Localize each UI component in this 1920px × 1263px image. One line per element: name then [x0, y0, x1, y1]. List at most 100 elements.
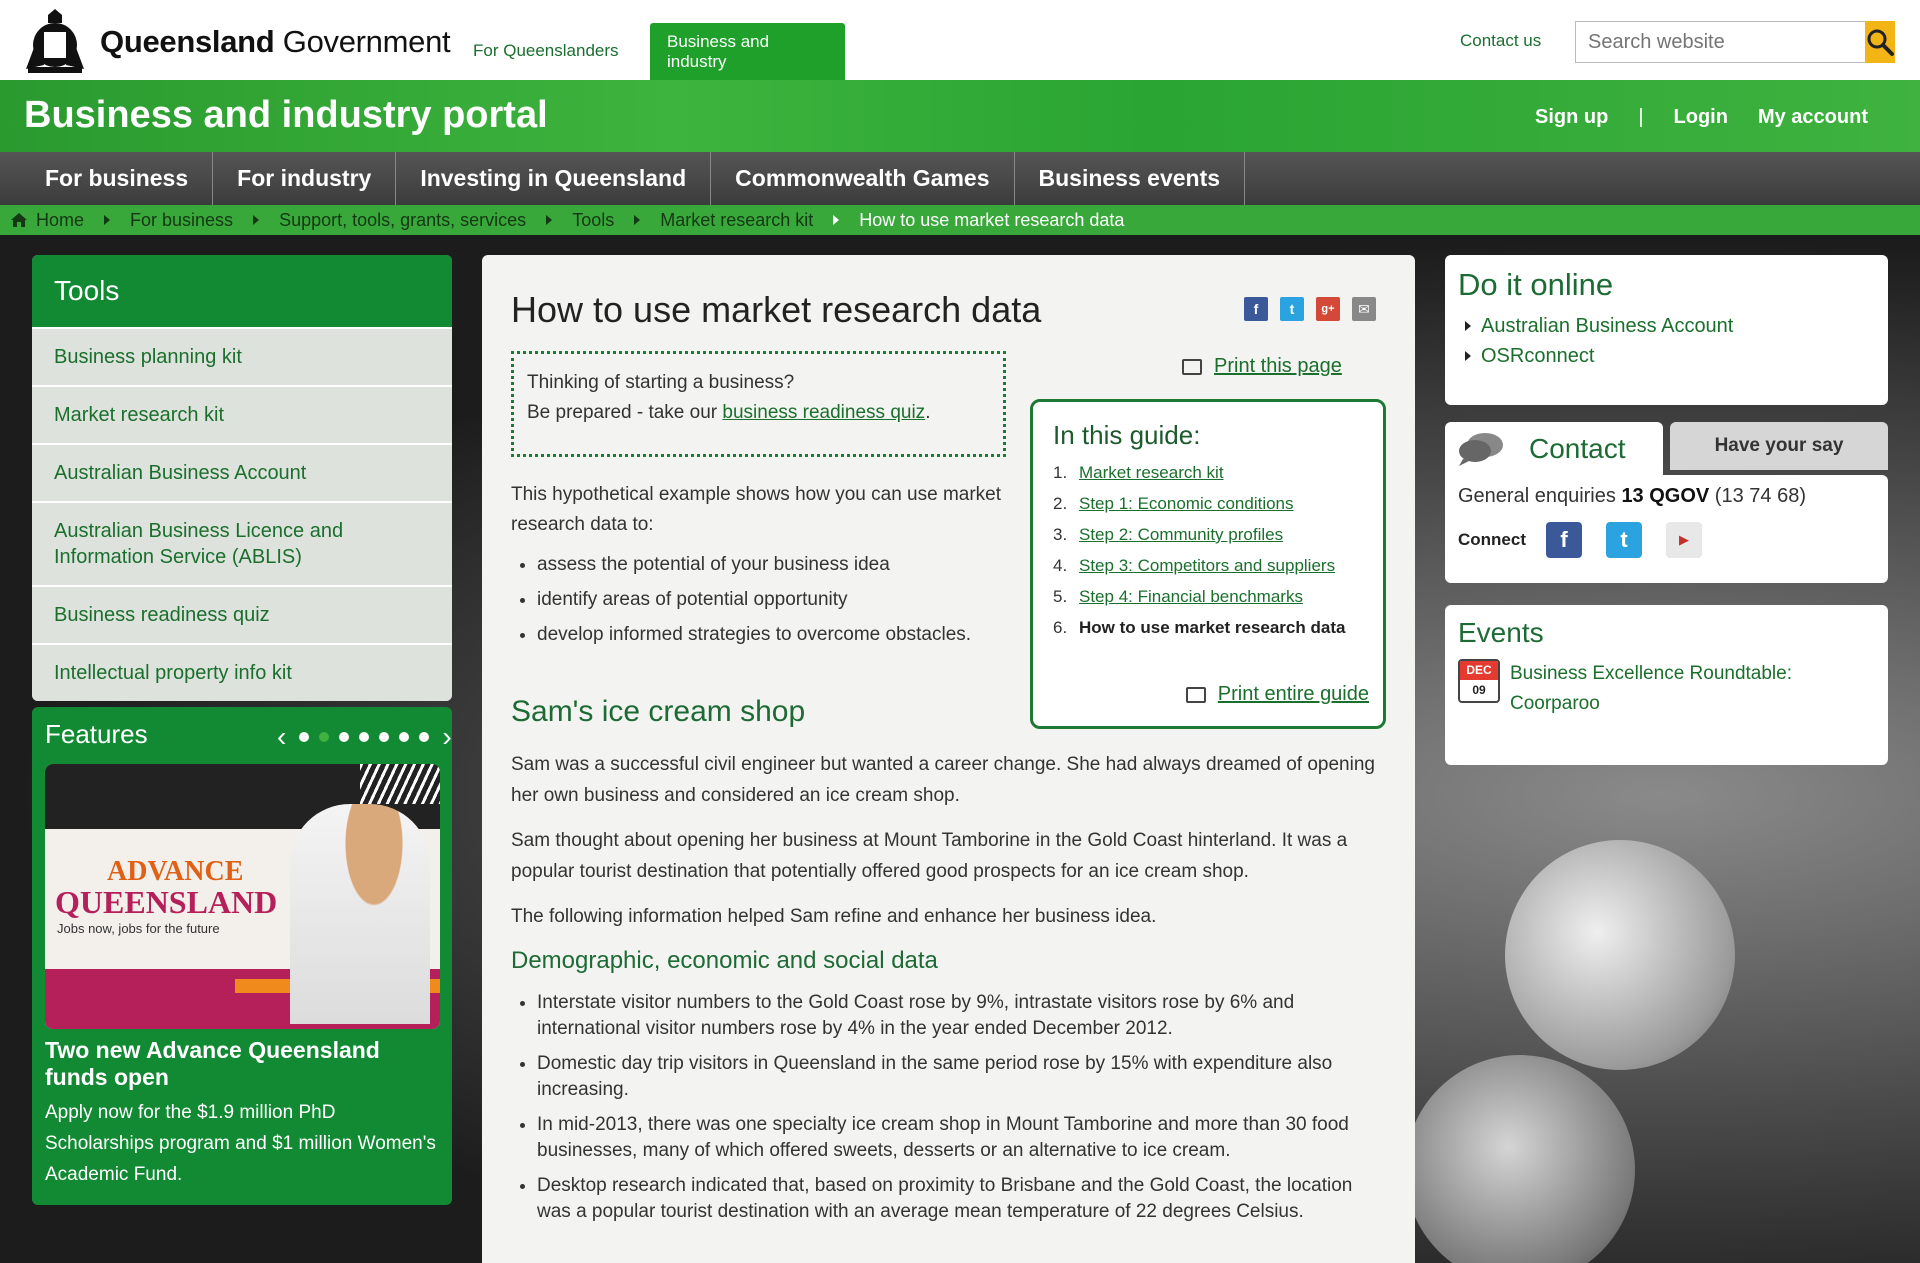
share-icons: f t g+ ✉ — [1244, 297, 1388, 321]
arrow-icon — [1465, 351, 1471, 361]
twitter-icon[interactable]: t — [1606, 522, 1642, 558]
event-title-link[interactable]: Business Excellence Roundtable: Coorparo… — [1510, 659, 1875, 719]
carousel-next-icon[interactable]: › — [442, 721, 451, 753]
breadcrumb-support-tools[interactable]: Support, tools, grants, services — [279, 210, 526, 231]
guide-link-step-4[interactable]: Step 4: Financial benchmarks — [1079, 587, 1303, 607]
search-input[interactable] — [1576, 22, 1865, 62]
breadcrumb-market-research-kit[interactable]: Market research kit — [660, 210, 813, 231]
breadcrumb-arrow-icon — [253, 215, 260, 225]
coat-of-arms-icon — [26, 9, 84, 73]
guide-link-market-research-kit[interactable]: Market research kit — [1079, 463, 1224, 483]
guide-title: In this guide: — [1053, 420, 1201, 450]
features-heading: Features — [45, 719, 148, 749]
carousel-dot[interactable] — [379, 732, 390, 742]
list-item: In mid-2013, there was one specialty ice… — [537, 1112, 1391, 1164]
in-this-guide-box: In this guide: 1. Market research kit 2. S… — [1030, 399, 1386, 729]
feature-image-tagline: Jobs now, jobs for the future — [57, 921, 220, 936]
print-guide-link[interactable]: Print entire guide — [1185, 683, 1369, 706]
login-link[interactable]: Login — [1674, 106, 1728, 129]
email-share-icon[interactable]: ✉ — [1352, 297, 1376, 321]
tools-item-business-planning-kit[interactable]: Business planning kit — [32, 327, 452, 385]
online-link-osrconnect[interactable]: OSRconnect — [1458, 341, 1875, 371]
guide-item: 5. Step 4: Financial benchmarks — [1053, 587, 1303, 607]
contact-us-link[interactable]: Contact us — [1460, 31, 1541, 51]
google-plus-share-icon[interactable]: g+ — [1316, 297, 1340, 321]
feature-image[interactable]: ADVANCE QUEENSLAND Jobs now, jobs for th… — [45, 764, 440, 1029]
list-item: identify areas of potential opportunity — [537, 587, 1011, 613]
speech-bubble-icon — [1459, 432, 1503, 466]
business-readiness-quiz-link[interactable]: business readiness quiz — [722, 402, 925, 423]
facebook-share-icon[interactable]: f — [1244, 297, 1268, 321]
guide-item: 2. Step 1: Economic conditions — [1053, 494, 1294, 514]
nav-investing-in-queensland[interactable]: Investing in Queensland — [396, 152, 712, 205]
print-page-label[interactable]: Print this page — [1214, 355, 1342, 378]
guide-link-step-2[interactable]: Step 2: Community profiles — [1079, 525, 1283, 545]
tab-business-and-industry[interactable]: Business and industry — [650, 23, 845, 81]
tab-for-queenslanders[interactable]: For Queenslanders — [456, 22, 636, 80]
page-title: How to use market research data — [511, 289, 1042, 330]
scientist-photo — [290, 804, 430, 1024]
my-account-link[interactable]: My account — [1758, 106, 1868, 129]
qld-gov-logo[interactable]: Queensland Government — [18, 6, 451, 78]
events-panel: Events DEC 09 Business Excellence Roundt… — [1445, 605, 1888, 765]
portal-title[interactable]: Business and industry portal — [24, 94, 548, 137]
sign-up-link[interactable]: Sign up — [1535, 106, 1608, 129]
event-item[interactable]: DEC 09 Business Excellence Roundtable: C… — [1458, 659, 1875, 719]
carousel-dot-active[interactable] — [319, 732, 330, 742]
printer-icon — [1182, 358, 1202, 375]
guide-link-step-1[interactable]: Step 1: Economic conditions — [1079, 494, 1294, 514]
carousel-dot[interactable] — [359, 732, 370, 742]
facebook-icon[interactable]: f — [1546, 522, 1582, 558]
search-icon — [1867, 29, 1894, 56]
carousel-dot[interactable] — [419, 732, 430, 742]
section-heading: Sam's ice cream shop — [511, 695, 806, 728]
carousel-prev-icon[interactable]: ‹ — [277, 721, 286, 753]
feature-headline[interactable]: Two new Advance Queensland funds open — [45, 1037, 445, 1091]
breadcrumb-arrow-icon — [104, 215, 111, 225]
print-guide-label[interactable]: Print entire guide — [1218, 683, 1369, 706]
coin-decoration — [1505, 840, 1735, 1070]
online-link-australian-business-account[interactable]: Australian Business Account — [1458, 311, 1875, 341]
nav-business-events[interactable]: Business events — [1015, 152, 1246, 205]
breadcrumb-tools[interactable]: Tools — [572, 210, 614, 231]
guide-link-step-3[interactable]: Step 3: Competitors and suppliers — [1079, 556, 1335, 576]
nav-for-business[interactable]: For business — [0, 152, 214, 205]
logo-text: Queensland Government — [100, 24, 451, 59]
connect-row: Connect f t ▶ — [1458, 522, 1875, 558]
paragraph: The following information helped Sam ref… — [511, 906, 1157, 927]
list-item: Domestic day trip visitors in Queensland… — [537, 1051, 1391, 1103]
tools-item-australian-business-account[interactable]: Australian Business Account — [32, 443, 452, 501]
nav-commonwealth-games[interactable]: Commonwealth Games — [711, 152, 1015, 205]
arrow-icon — [1465, 321, 1471, 331]
print-page-link[interactable]: Print this page — [1182, 355, 1342, 378]
tools-item-business-readiness-quiz[interactable]: Business readiness quiz — [32, 585, 452, 643]
nav-for-industry[interactable]: For industry — [213, 152, 397, 205]
twitter-share-icon[interactable]: t — [1280, 297, 1304, 321]
carousel-dot[interactable] — [399, 732, 410, 742]
tab-have-your-say[interactable]: Have your say — [1670, 422, 1888, 470]
carousel-dot[interactable] — [339, 732, 350, 742]
breadcrumb-home[interactable]: Home — [36, 210, 84, 231]
tools-item-intellectual-property-kit[interactable]: Intellectual property info kit — [32, 643, 452, 701]
list-item: Interstate visitor numbers to the Gold C… — [537, 990, 1391, 1042]
callout-line2: Be prepared - take our business readines… — [527, 402, 931, 423]
breadcrumb: Home For business Support, tools, grants… — [0, 205, 1920, 235]
carousel-dot[interactable] — [299, 732, 310, 742]
feature-image-title: QUEENSLAND — [55, 884, 278, 920]
intro-paragraph: This hypothetical example shows how you … — [511, 484, 1002, 535]
site-header: Queensland Government For Queenslanders … — [0, 0, 1920, 81]
breadcrumb-for-business[interactable]: For business — [130, 210, 233, 231]
tools-item-market-research-kit[interactable]: Market research kit — [32, 385, 452, 443]
search-button[interactable] — [1865, 21, 1895, 63]
guide-list: 1. Market research kit 2. Step 1: Economic… — [1053, 463, 1363, 638]
tab-contact[interactable]: Contact — [1445, 422, 1663, 475]
guide-item: 4. Step 3: Competitors and suppliers — [1053, 556, 1336, 576]
do-it-online-panel: Do it online Australian Business Account… — [1445, 255, 1888, 405]
list-item: develop informed strategies to overcome … — [537, 622, 1011, 648]
coin-decoration — [1405, 1055, 1635, 1263]
calendar-icon: DEC 09 — [1458, 659, 1500, 703]
events-title: Events — [1458, 617, 1544, 648]
tools-item-ablis[interactable]: Australian Business Licence and Informat… — [32, 501, 452, 585]
youtube-icon[interactable]: ▶ — [1666, 522, 1702, 558]
link-separator: | — [1638, 106, 1644, 128]
